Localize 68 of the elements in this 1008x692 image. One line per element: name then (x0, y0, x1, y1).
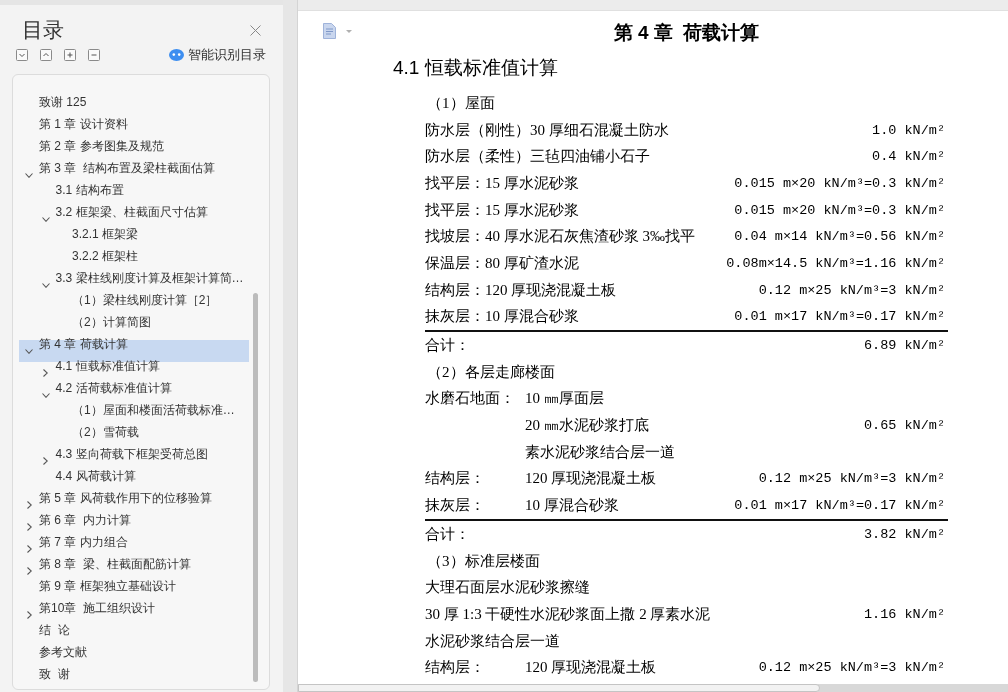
total-label: 合计： (425, 524, 470, 544)
layer-text: 防水层（刚性）30 厚细石混凝土防水 (425, 120, 669, 140)
scrollbar-thumb[interactable] (298, 684, 820, 692)
layer-text: 20 ㎜水泥砂浆打底 (525, 416, 649, 436)
layer-label: 抹灰层： (425, 496, 485, 516)
chevron-down-icon[interactable] (41, 282, 50, 288)
chevron-right-icon[interactable] (26, 501, 32, 509)
subsection-heading: （1）屋面 (427, 93, 495, 113)
layer-label: 结构层： (425, 469, 485, 489)
panel-title: 目录 (22, 17, 64, 43)
load-value: 1.16 kN/m² (864, 606, 946, 622)
load-value: 0.015 m×20 kN/m³=0.3 kN/m² (734, 202, 946, 218)
load-value: 1.0 kN/m² (872, 122, 946, 138)
chevron-up-icon[interactable] (40, 49, 52, 61)
load-value: 0.12 m×25 kN/m³=3 kN/m² (758, 471, 946, 487)
chevron-right-icon[interactable] (26, 567, 32, 575)
toc-item[interactable]: 致 谢 (19, 670, 249, 689)
layer-text: 找平层：15 厚水泥砂浆 (425, 173, 579, 193)
layer-text: 抹灰层：10 厚混合砂浆 (425, 307, 579, 327)
chevron-right-icon[interactable] (26, 611, 32, 619)
document-icon (323, 23, 336, 39)
chevron-down-icon[interactable] (25, 348, 33, 354)
chevron-right-icon[interactable] (26, 545, 32, 553)
chevron-down-icon[interactable] (16, 49, 28, 61)
chevron-down-icon[interactable] (41, 216, 50, 222)
layer-text: 10 ㎜厚面层 (525, 389, 604, 409)
layer-label: 结构层： (425, 658, 485, 678)
layer-text: 找平层：15 厚水泥砂浆 (425, 200, 579, 220)
chevron-down-icon[interactable] (25, 172, 33, 178)
layer-text: 结构层：120 厚现浇混凝土板 (425, 280, 617, 300)
chevron-right-icon[interactable] (43, 457, 48, 465)
load-value: 0.4 kN/m² (872, 149, 946, 165)
total-label: 合计： (425, 336, 470, 356)
load-value: 0.65 kN/m² (864, 418, 946, 434)
scrollbar-thumb[interactable] (253, 293, 258, 682)
layer-text: 30 厚 1:3 干硬性水泥砂浆面上撒 2 厚素水泥 (425, 604, 711, 624)
smart-toc-button[interactable]: 智能识别目录 (169, 46, 266, 64)
load-value: 6.89 kN/m² (864, 338, 946, 354)
load-value: 0.04 m×14 kN/m³=0.56 kN/m² (734, 229, 946, 245)
layer-text: 防水层（柔性）三毡四油铺小石子 (425, 147, 650, 167)
layer-text: 水泥砂浆结合层一道 (425, 631, 560, 651)
subsection-heading: （3）标准层楼面 (427, 551, 540, 571)
layer-text: 120 厚现浇混凝土板 (525, 469, 657, 489)
subsection-heading: （2）各层走廊楼面 (427, 362, 555, 382)
layer-label: 水磨石地面： (425, 389, 515, 409)
chapter-title: 第 4 章 荷载计算 (613, 22, 760, 44)
load-value: 0.01 m×17 kN/m³=0.17 kN/m² (734, 498, 946, 514)
load-value: 0.08m×14.5 kN/m³=1.16 kN/m² (726, 255, 946, 271)
layer-text: 找坡层：40 厚水泥石灰焦渣砂浆 3‰找平 (425, 227, 695, 247)
load-value: 3.82 kN/m² (864, 526, 946, 542)
load-value: 0.12 m×25 kN/m³=3 kN/m² (758, 660, 946, 676)
load-value: 0.015 m×20 kN/m³=0.3 kN/m² (734, 175, 946, 191)
plus-icon[interactable] (64, 49, 76, 61)
chevron-right-icon[interactable] (26, 523, 32, 531)
chevron-right-icon[interactable] (43, 369, 48, 377)
close-icon[interactable] (250, 24, 261, 36)
layer-text: 保温层：80 厚矿渣水泥 (425, 253, 579, 273)
section-title: 4.1 恒载标准值计算 (393, 57, 558, 79)
layer-text: 大理石面层水泥砂浆擦缝 (425, 578, 590, 598)
caret-icon (346, 29, 352, 33)
layer-text: 10 厚混合砂浆 (525, 496, 619, 516)
layer-text: 120 厚现浇混凝土板 (525, 658, 657, 678)
chevron-down-icon[interactable] (41, 392, 50, 398)
load-value: 0.12 m×25 kN/m³=3 kN/m² (758, 282, 946, 298)
layer-text: 素水泥砂浆结合层一道 (525, 442, 675, 462)
load-value: 0.01 m×17 kN/m³=0.17 kN/m² (734, 309, 946, 325)
minus-icon[interactable] (88, 49, 100, 61)
bot-icon (169, 49, 184, 61)
